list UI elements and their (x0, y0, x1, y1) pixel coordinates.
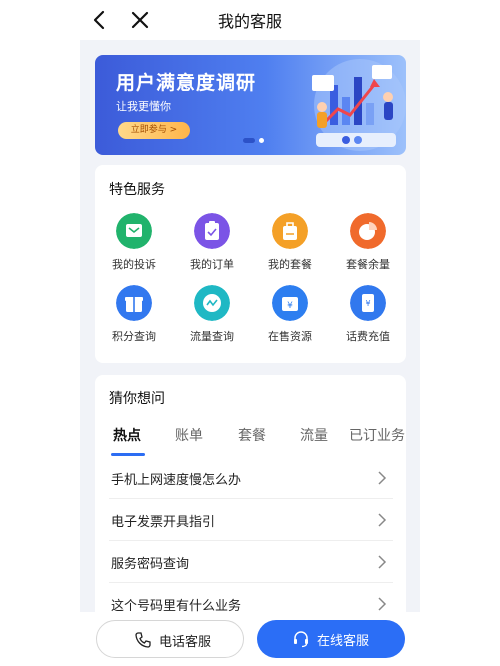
faq-title: 猜你想问 (109, 391, 165, 407)
carousel-dot (259, 138, 264, 143)
banner-subtitle: 让我更懂你 (116, 100, 171, 113)
tab-subscribed-services[interactable]: 已订业务 (349, 425, 405, 445)
faq-question-row[interactable]: 手机上网速度慢怎么办 (109, 457, 393, 499)
phone-service-button[interactable]: 电话客服 (96, 620, 244, 658)
faq-question-row[interactable]: 电子发票开具指引 (109, 499, 393, 541)
service-label: 话费充值 (346, 330, 390, 343)
chevron-right-icon (378, 597, 387, 611)
service-traffic-query[interactable]: 流量查询 (177, 285, 247, 347)
service-label: 在售资源 (268, 330, 312, 343)
shop-icon: ¥ (272, 285, 308, 321)
tab-hot[interactable]: 热点 (113, 425, 141, 445)
carousel-dot-active (243, 138, 255, 143)
tab-package[interactable]: 套餐 (238, 425, 266, 445)
complaint-icon (116, 213, 152, 249)
banner-join-button[interactable]: 立即参与 > (118, 122, 190, 139)
service-label: 我的投诉 (112, 258, 156, 271)
service-my-complaints[interactable]: 我的投诉 (99, 213, 169, 275)
service-label: 流量查询 (190, 330, 234, 343)
service-my-package[interactable]: 我的套餐 (255, 213, 325, 275)
page-content: 用户满意度调研 让我更懂你 立即参与 > 特色服务 我的投诉 我的订单 我的套餐… (80, 40, 420, 666)
faq-question: 服务密码查询 (111, 557, 190, 572)
faq-question-row[interactable]: 服务密码查询 (109, 541, 393, 583)
service-label: 套餐余量 (346, 258, 390, 271)
headset-icon (294, 631, 308, 648)
service-points-query[interactable]: 积分查询 (99, 285, 169, 347)
tab-traffic[interactable]: 流量 (300, 425, 328, 445)
service-label: 积分查询 (112, 330, 156, 343)
online-service-label: 在线客服 (317, 634, 370, 649)
faq-question: 手机上网速度慢怎么办 (111, 473, 242, 488)
faq-tabs: 热点 账单 套餐 流量 已订业务 (95, 425, 406, 456)
banner-title: 用户满意度调研 (116, 72, 257, 94)
svg-text:¥: ¥ (365, 299, 370, 308)
package-icon (272, 213, 308, 249)
phone-service-label: 电话客服 (159, 635, 212, 650)
recharge-icon: ¥ (350, 285, 386, 321)
service-resources-on-sale[interactable]: ¥ 在售资源 (255, 285, 325, 347)
service-bill-recharge[interactable]: ¥ 话费充值 (333, 285, 403, 347)
active-tab-indicator (111, 453, 145, 456)
traffic-icon (194, 285, 230, 321)
tab-bill[interactable]: 账单 (175, 425, 203, 445)
chevron-right-icon (378, 471, 387, 485)
phone-icon (135, 632, 151, 648)
points-icon (116, 285, 152, 321)
chevron-right-icon (378, 513, 387, 527)
svg-text:¥: ¥ (287, 301, 293, 311)
online-service-button[interactable]: 在线客服 (257, 620, 405, 658)
service-my-orders[interactable]: 我的订单 (177, 213, 247, 275)
survey-illustration-icon (312, 59, 406, 151)
page-title: 我的客服 (217, 12, 282, 31)
featured-services-card: 特色服务 我的投诉 我的订单 我的套餐 套餐余量 积分查询 流量查询 ¥ 在售资… (95, 165, 406, 363)
chevron-right-icon (378, 555, 387, 569)
service-label: 我的订单 (190, 258, 234, 271)
faq-question: 电子发票开具指引 (111, 515, 216, 530)
pie-chart-icon (350, 213, 386, 249)
service-label: 我的套餐 (268, 258, 312, 271)
service-package-balance[interactable]: 套餐余量 (333, 213, 403, 275)
survey-banner[interactable]: 用户满意度调研 让我更懂你 立即参与 > (95, 55, 406, 155)
top-nav-bar: 我的客服 (0, 0, 500, 40)
carousel-indicator (243, 138, 273, 144)
order-icon (194, 213, 230, 249)
bottom-action-bar: 电话客服 在线客服 (80, 612, 420, 666)
services-title: 特色服务 (109, 182, 165, 198)
